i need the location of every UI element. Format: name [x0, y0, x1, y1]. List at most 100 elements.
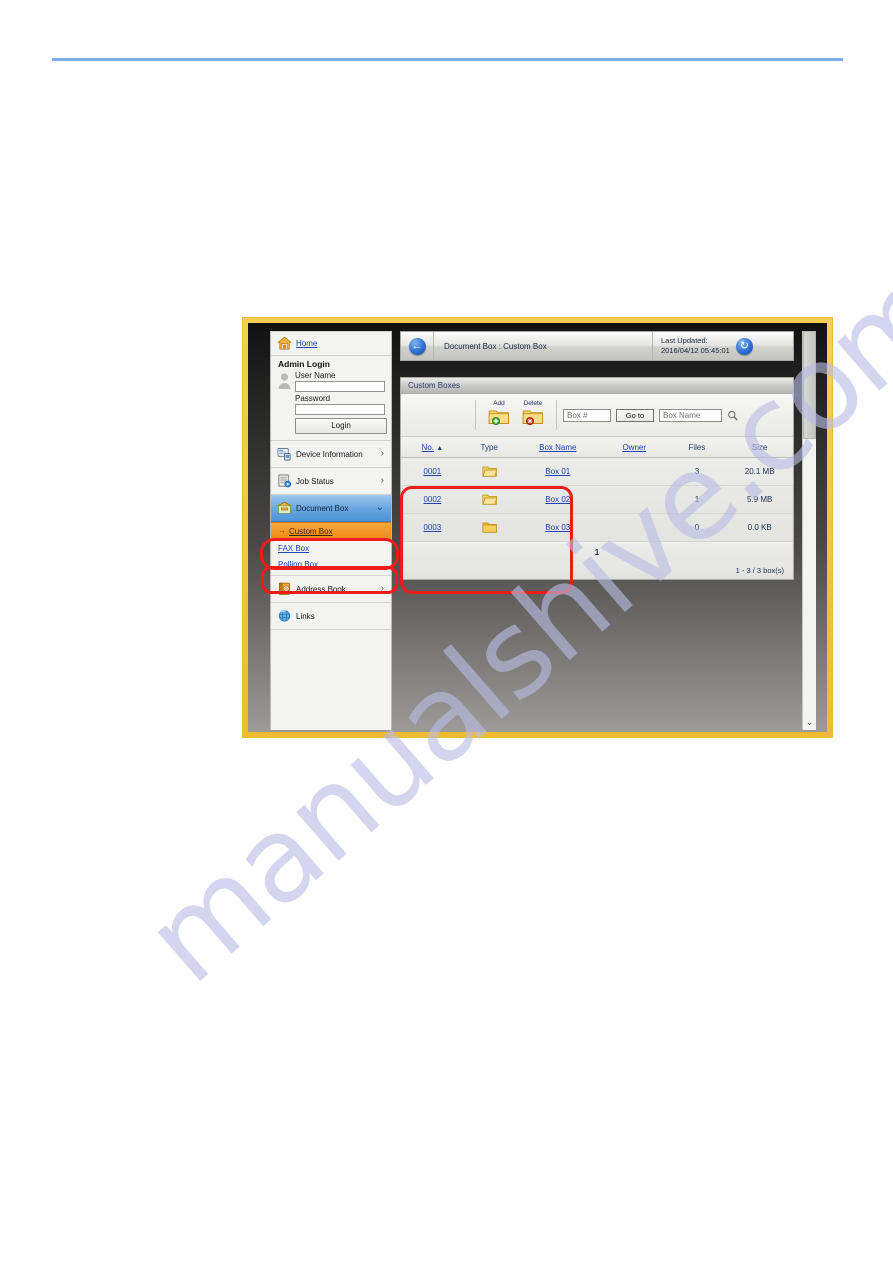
table-row[interactable]: 0002 Box 02 1 5.9 MB [401, 485, 793, 514]
sidebar-item-address-book[interactable]: @ Address Book › [271, 576, 391, 603]
cell-files: 1 [667, 485, 727, 514]
cell-type [463, 485, 515, 514]
links-globe-icon [277, 609, 292, 623]
document-box-submenu: → Custom Box FAX Box Polling Box [271, 522, 391, 576]
main-content: ← Document Box : Custom Box Last Updated… [400, 331, 794, 730]
home-link-label[interactable]: Home [296, 339, 317, 348]
column-header-owner[interactable]: Owner [600, 437, 668, 458]
cell-owner [600, 457, 668, 486]
chevron-right-icon: › [380, 475, 384, 486]
sidebar-subitem-label[interactable]: FAX Box [278, 544, 309, 553]
sidebar-item-links[interactable]: Links [271, 603, 391, 630]
back-arrow-icon: ← [408, 337, 426, 355]
home-icon [277, 336, 292, 351]
cell-no[interactable]: 0003 [401, 513, 464, 542]
sidebar-item-label: Links [296, 611, 315, 621]
cell-no[interactable]: 0001 [401, 457, 464, 486]
refresh-icon[interactable]: ↻ [735, 337, 753, 355]
sidebar-subitem-label[interactable]: Custom Box [289, 527, 333, 536]
last-updated-label: Last Updated: [661, 336, 708, 345]
column-header-size: Size [726, 437, 793, 458]
password-input[interactable] [295, 404, 385, 415]
magnifier-icon[interactable] [727, 409, 739, 421]
chevron-down-icon: ⌄ [375, 502, 384, 513]
folder-open-icon [482, 493, 497, 505]
device-information-icon [277, 447, 292, 461]
breadcrumb: Document Box : Custom Box [444, 341, 547, 351]
result-count: 1 - 3 / 3 box(s) [401, 562, 793, 579]
folder-closed-icon [482, 521, 497, 533]
sidebar-subitem-fax-box[interactable]: FAX Box [271, 540, 391, 556]
custom-boxes-table: No. ▲ Type Box Name Owner Files Size 000… [401, 437, 793, 542]
last-updated-value: 2016/04/12 05:45:01 [661, 346, 730, 355]
panel-title: Custom Boxes [401, 378, 793, 394]
cell-box-name[interactable]: Box 01 [514, 457, 601, 486]
cell-owner [600, 513, 668, 542]
chevron-right-icon: › [380, 583, 384, 594]
folder-add-icon [488, 410, 510, 429]
scrollbar-thumb[interactable] [803, 331, 816, 439]
sidebar-item-label: Device Information [296, 449, 363, 459]
last-updated-block: Last Updated: 2016/04/12 05:45:01 ↻ [652, 332, 793, 360]
cell-size: 0.0 KB [726, 513, 793, 542]
sort-asc-icon: ▲ [436, 444, 444, 452]
embedded-screenshot-frame: Home Admin Login User Name Password Logi… [243, 318, 832, 737]
goto-controls: Go to [563, 408, 739, 422]
cell-box-name[interactable]: Box 02 [514, 485, 601, 514]
cell-size: 20.1 MB [726, 457, 793, 486]
page-header-rule [52, 58, 843, 61]
column-header-no[interactable]: No. ▲ [401, 437, 464, 458]
cell-files: 0 [667, 513, 727, 542]
add-button-label: Add [493, 400, 505, 407]
sidebar-subitem-polling-box[interactable]: Polling Box [271, 556, 391, 572]
active-pointer-icon: → [278, 526, 286, 535]
add-box-button[interactable]: Add [482, 400, 516, 430]
column-header-files: Files [667, 437, 727, 458]
column-header-box-name[interactable]: Box Name [514, 437, 601, 458]
column-header-type: Type [463, 437, 515, 458]
cell-no[interactable]: 0002 [401, 485, 464, 514]
pagination[interactable]: 1 [401, 542, 793, 562]
sidebar-item-device-information[interactable]: Device Information › [271, 441, 391, 468]
sidebar-item-label: Address Book [296, 584, 346, 594]
sidebar-item-document-box[interactable]: Document Box ⌄ [271, 495, 391, 522]
cell-type [463, 513, 515, 542]
folder-delete-icon [522, 410, 544, 429]
custom-boxes-panel: Custom Boxes Add Delete Box # Go to Box … [400, 377, 794, 580]
sidebar-subitem-label[interactable]: Polling Box [278, 560, 318, 569]
delete-box-button[interactable]: Delete [516, 400, 550, 430]
back-button[interactable]: ← [401, 332, 434, 360]
chevron-down-icon[interactable]: ⌄ [803, 716, 816, 728]
sidebar-item-job-status[interactable]: Job Status › [271, 468, 391, 495]
cell-size: 5.9 MB [726, 485, 793, 514]
cell-owner [600, 485, 668, 514]
page-number[interactable]: 1 [595, 548, 599, 557]
toolbar-divider [556, 400, 557, 430]
user-avatar-icon [277, 372, 292, 390]
user-name-input[interactable] [295, 381, 385, 392]
cell-files: 3 [667, 457, 727, 486]
address-book-icon: @ [277, 582, 292, 596]
sidebar-subitem-custom-box[interactable]: → Custom Box [271, 522, 391, 540]
table-row[interactable]: 0003 Box 03 0 0.0 KB [401, 513, 793, 542]
admin-login-form: Admin Login User Name Password Login [271, 356, 391, 441]
login-button[interactable]: Login [295, 418, 387, 434]
box-name-search-input[interactable] [659, 408, 722, 422]
cell-box-name[interactable]: Box 03 [514, 513, 601, 542]
sidebar-item-home[interactable]: Home [271, 332, 391, 356]
password-label: Password [295, 394, 331, 403]
svg-text:@: @ [284, 586, 288, 592]
cell-type [463, 457, 515, 486]
content-topbar: ← Document Box : Custom Box Last Updated… [400, 331, 794, 361]
box-number-input[interactable] [563, 408, 611, 422]
user-name-label: User Name [295, 371, 336, 380]
panel-toolbar: Add Delete Box # Go to Box Name [401, 394, 793, 437]
sidebar: Home Admin Login User Name Password Logi… [270, 331, 392, 730]
vertical-scrollbar[interactable]: ⌄ [802, 331, 816, 730]
chevron-right-icon: › [380, 448, 384, 459]
goto-button[interactable]: Go to [616, 408, 654, 422]
sidebar-item-label: Job Status [296, 476, 334, 486]
admin-login-title: Admin Login [278, 359, 330, 369]
folder-open-icon [482, 465, 497, 477]
table-row[interactable]: 0001 Box 01 3 20.1 MB [401, 457, 793, 486]
